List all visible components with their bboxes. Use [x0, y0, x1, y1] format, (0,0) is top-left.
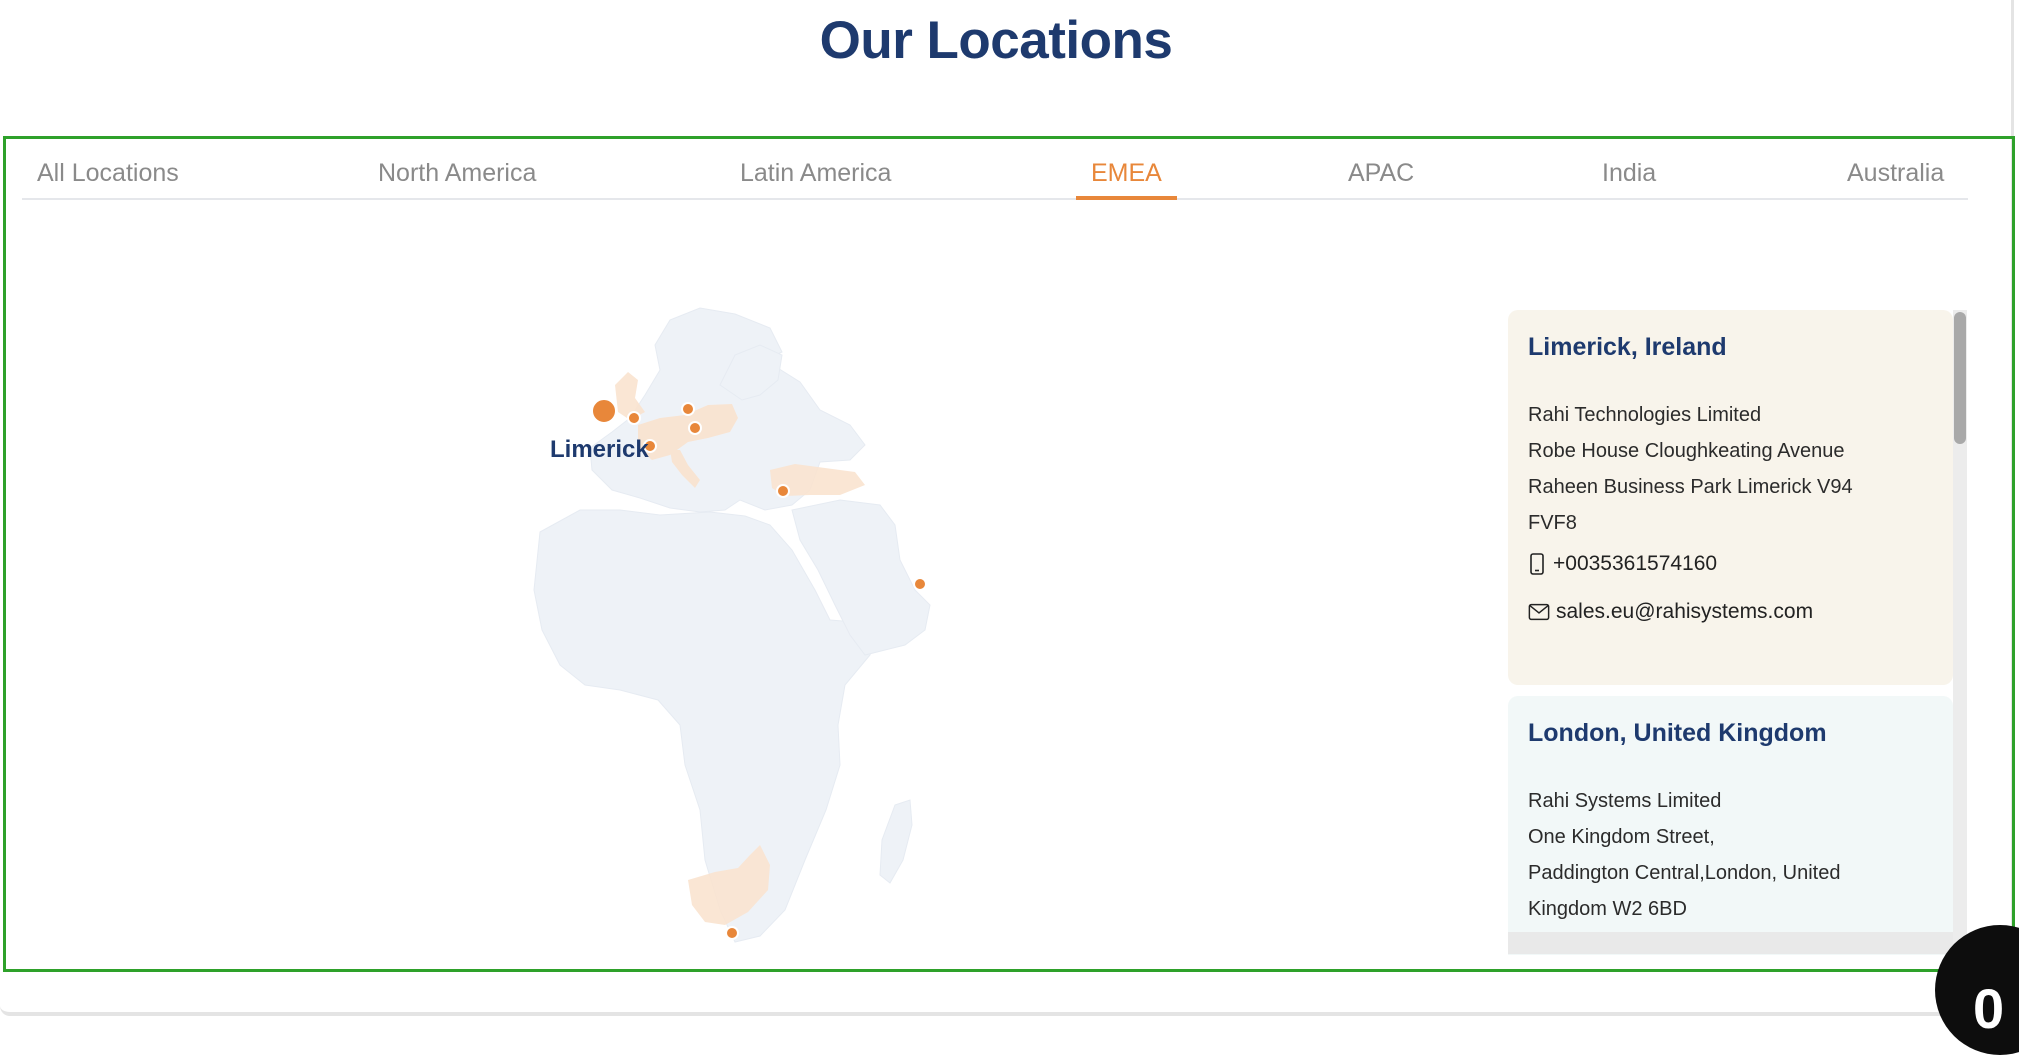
location-card-limerick[interactable]: Limerick, Ireland Rahi Technologies Limi…	[1508, 310, 1953, 685]
scrollbar-thumb[interactable]	[1954, 312, 1966, 444]
emea-map	[533, 307, 931, 943]
tab-australia[interactable]: Australia	[1847, 147, 1944, 200]
location-card-london[interactable]: London, United Kingdom Rahi Systems Limi…	[1508, 696, 1953, 955]
email-link[interactable]: sales.eu@rahisystems.com	[1556, 600, 1813, 624]
location-address: Rahi Systems Limited One Kingdom Street,…	[1528, 783, 1933, 927]
location-name: London, United Kingdom	[1528, 719, 1827, 747]
address-line: Rahi Technologies Limited	[1528, 404, 1762, 426]
marker-frankfurt	[688, 421, 702, 435]
marker-london	[627, 411, 641, 425]
tab-emea[interactable]: EMEA	[1091, 147, 1162, 200]
address-line: FVF8	[1528, 512, 1577, 534]
badge-count: 0	[1973, 977, 2005, 1040]
address-line: Kingdom W2 6BD	[1528, 898, 1687, 920]
land-madagascar	[879, 799, 913, 884]
email-row: sales.eu@rahisystems.com	[1528, 599, 1933, 625]
map-selected-city-label: Limerick	[550, 436, 649, 463]
location-list[interactable]: Limerick, Ireland Rahi Technologies Limi…	[1508, 310, 1953, 955]
marker-istanbul	[776, 484, 790, 498]
mobile-phone-icon	[1528, 551, 1550, 577]
address-line: Paddington Central,London, United	[1528, 862, 1841, 884]
limerick-marker	[591, 398, 617, 424]
tab-apac[interactable]: APAC	[1348, 147, 1414, 200]
location-address: Rahi Technologies Limited Robe House Clo…	[1528, 397, 1933, 541]
location-name: Limerick, Ireland	[1528, 333, 1727, 361]
address-line: One Kingdom Street,	[1528, 826, 1715, 848]
phone-link[interactable]: +0035361574160	[1553, 552, 1717, 576]
active-tab-indicator	[1076, 196, 1177, 200]
tab-india[interactable]: India	[1602, 147, 1656, 200]
address-line: Robe House Cloughkeating Avenue	[1528, 440, 1845, 462]
marker-amsterdam	[681, 402, 695, 416]
address-line: Raheen Business Park Limerick V94	[1528, 476, 1853, 498]
address-line: Rahi Systems Limited	[1528, 790, 1722, 812]
horizontal-scrollbar[interactable]	[1508, 932, 1953, 954]
envelope-icon	[1528, 599, 1550, 625]
marker-dubai	[913, 577, 927, 591]
marker-johannesburg	[725, 926, 739, 940]
tab-north-america[interactable]: North America	[378, 147, 536, 200]
phone-row: +0035361574160	[1528, 551, 1933, 577]
region-tabs: All Locations North America Latin Americ…	[22, 147, 1968, 200]
tab-latin-america[interactable]: Latin America	[740, 147, 891, 200]
tab-all-locations[interactable]: All Locations	[37, 147, 179, 200]
page-title: Our Locations	[819, 11, 1173, 70]
